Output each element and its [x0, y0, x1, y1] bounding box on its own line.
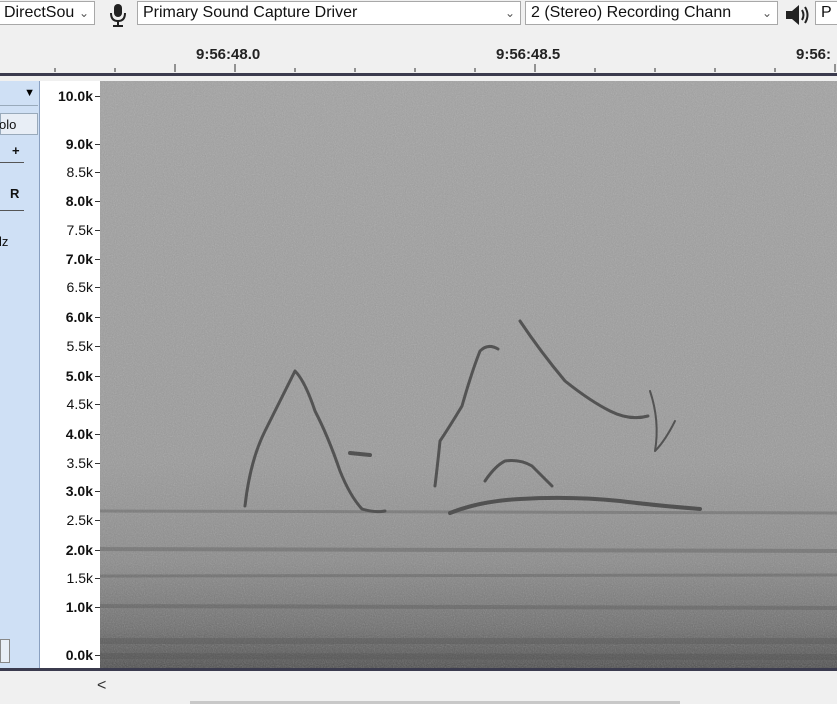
freq-label: 1.5k	[66, 570, 93, 586]
playback-device-value: P	[821, 4, 832, 21]
freq-label: 2.5k	[66, 512, 93, 528]
spectrogram-view[interactable]	[99, 81, 837, 668]
ruler-ticks	[54, 64, 836, 72]
chevron-down-icon: ⌄	[504, 6, 515, 20]
collapse-button[interactable]	[0, 639, 10, 663]
device-toolbar: DirectSou ⌄ Primary Sound Capture Driver…	[0, 0, 837, 31]
recording-channels-value: 2 (Stereo) Recording Chann	[531, 4, 732, 21]
chevron-down-icon: ⌄	[78, 6, 89, 20]
track-menu-button[interactable]: ▼	[0, 85, 38, 106]
spectrogram-image	[99, 81, 837, 668]
playback-device-dropdown[interactable]: P	[815, 1, 837, 25]
recording-device-value: Primary Sound Capture Driver	[143, 4, 358, 21]
horizontal-scrollbar[interactable]: <	[0, 671, 837, 704]
freq-label: 2.0k	[65, 542, 93, 558]
audio-host-dropdown[interactable]: DirectSou ⌄	[0, 1, 95, 25]
speaker-icon[interactable]	[784, 2, 812, 33]
timeline-ruler[interactable]: 9:56:48.0 9:56:48.5 9:56:	[0, 30, 837, 76]
freq-label: 4.0k	[65, 426, 93, 442]
gain-slider[interactable]	[0, 162, 24, 163]
solo-button[interactable]: olo	[0, 113, 38, 135]
scroll-left-icon[interactable]: <	[97, 677, 106, 695]
chevron-down-icon: ⌄	[761, 6, 772, 20]
freq-label: 5.5k	[66, 338, 93, 354]
freq-label: 6.5k	[66, 279, 93, 295]
freq-label: 8.5k	[66, 164, 93, 180]
pan-slider[interactable]	[0, 210, 24, 211]
microphone-icon[interactable]	[106, 2, 130, 33]
recording-channels-dropdown[interactable]: 2 (Stereo) Recording Chann ⌄	[525, 1, 778, 25]
freq-label: 7.0k	[65, 251, 93, 267]
solo-label: olo	[0, 117, 17, 132]
frequency-axis: 10.0k 9.0k 8.5k 8.0k 7.5k 7.0k 6.5k 6.0k…	[40, 81, 100, 668]
freq-label: 3.0k	[65, 483, 93, 499]
pan-right-label: R	[10, 186, 20, 201]
track-top-border	[0, 73, 837, 76]
freq-label: 8.0k	[65, 193, 93, 209]
audio-host-value: DirectSou	[4, 4, 75, 21]
recording-device-dropdown[interactable]: Primary Sound Capture Driver ⌄	[137, 1, 521, 25]
gain-plus-label: +	[12, 143, 20, 158]
freq-label: 1.0k	[65, 599, 93, 615]
freq-label: 6.0k	[65, 309, 93, 325]
track-control-panel: ▼ olo + R lz	[0, 81, 40, 668]
freq-label: 0.0k	[65, 647, 93, 663]
sample-rate-label: lz	[0, 234, 9, 249]
triangle-down-icon: ▼	[24, 87, 35, 99]
freq-label: 7.5k	[66, 222, 93, 238]
freq-label: 9.0k	[65, 136, 93, 152]
freq-label: 4.5k	[66, 396, 93, 412]
freq-label: 3.5k	[66, 455, 93, 471]
freq-label: 5.0k	[65, 368, 93, 384]
freq-label: 10.0k	[57, 88, 93, 104]
